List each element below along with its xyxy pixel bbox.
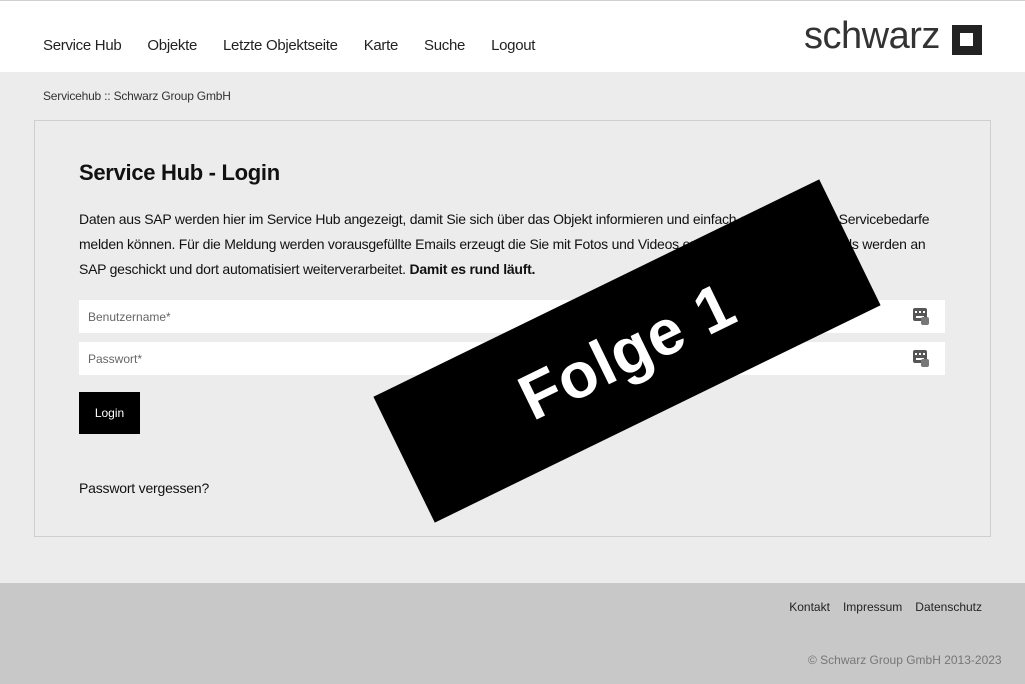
keyboard-key-icon[interactable]: [913, 308, 929, 325]
description-bold: Damit es rund läuft.: [409, 261, 536, 277]
login-button[interactable]: Login: [79, 392, 140, 434]
page-title: Service Hub - Login: [79, 160, 280, 185]
keyboard-key-icon[interactable]: [913, 350, 929, 367]
schwarz-logo[interactable]: schwarz: [804, 15, 982, 58]
nav-letzte-objektseite[interactable]: Letzte Objektseite: [223, 37, 338, 54]
copyright-text: © Schwarz Group GmbH 2013-2023: [808, 653, 1002, 667]
forgot-password-link[interactable]: Passwort vergessen?: [79, 480, 209, 496]
nav-karte[interactable]: Karte: [364, 37, 399, 54]
top-header: Service Hub Objekte Letzte Objektseite K…: [0, 0, 1025, 72]
breadcrumb: Servicehub :: Schwarz Group GmbH: [43, 89, 231, 103]
nav-suche[interactable]: Suche: [424, 37, 465, 54]
main-nav: Service Hub Objekte Letzte Objektseite K…: [43, 37, 561, 54]
nav-service-hub[interactable]: Service Hub: [43, 37, 122, 54]
footer-link-kontakt[interactable]: Kontakt: [789, 600, 830, 614]
footer-link-impressum[interactable]: Impressum: [843, 600, 902, 614]
nav-objekte[interactable]: Objekte: [147, 37, 197, 54]
logo-square-icon: [951, 24, 982, 55]
nav-logout[interactable]: Logout: [491, 37, 535, 54]
footer-links: Kontakt Impressum Datenschutz: [776, 600, 982, 614]
logo-text: schwarz: [804, 15, 940, 57]
footer-link-datenschutz[interactable]: Datenschutz: [915, 600, 982, 614]
footer: Kontakt Impressum Datenschutz © Schwarz …: [0, 583, 1025, 684]
